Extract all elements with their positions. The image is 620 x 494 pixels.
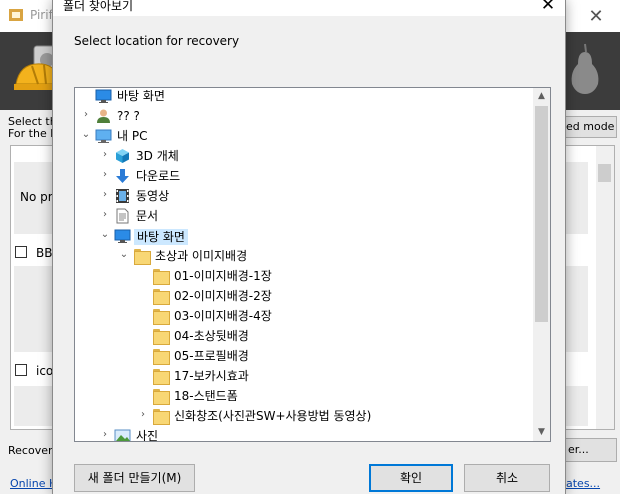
chevron-down-icon[interactable]: ⌄ xyxy=(119,249,129,261)
folder-tree[interactable]: 바탕 화면 ›?? ? ⌄ 내 PC › 3D 개체 › 다운로드 › 동영상 › 문서 ⌄ 바탕 화면 ⌄… xyxy=(74,87,551,442)
tree-item[interactable]: 18-스탠드폼 xyxy=(75,386,535,406)
check-updates-link[interactable]: ates... xyxy=(566,477,600,490)
tree-item[interactable]: ⌄ 바탕 화면 xyxy=(75,226,535,246)
tree-item[interactable]: ⌄ 내 PC xyxy=(75,126,535,146)
folder-icon xyxy=(152,328,170,345)
scroll-down-icon[interactable]: ▼ xyxy=(533,424,550,441)
tree-item-label: 3D 개체 xyxy=(136,149,179,163)
tree-item[interactable]: 바탕 화면 xyxy=(75,88,535,106)
background-close-icon[interactable]: ✕ xyxy=(586,6,606,27)
tree-item[interactable]: › 3D 개체 xyxy=(75,146,535,166)
computer-icon xyxy=(95,128,112,144)
tree-item[interactable]: › 동영상 xyxy=(75,186,535,206)
tree-item[interactable]: › 다운로드 xyxy=(75,166,535,186)
background-scrollbar[interactable] xyxy=(596,146,614,429)
tree-item-label: 신화창조(사진관SW+사용방법 동영상) xyxy=(174,409,372,423)
folder-icon xyxy=(152,388,170,405)
scroll-up-icon[interactable]: ▲ xyxy=(533,88,550,105)
chevron-right-icon[interactable]: › xyxy=(100,169,110,181)
tree-item[interactable]: 17-보카시효과 xyxy=(75,366,535,386)
tree-item[interactable]: › 문서 xyxy=(75,206,535,226)
advanced-mode-button[interactable]: ed mode xyxy=(561,116,617,138)
tree-item-label: 초상과 이미지배경 xyxy=(155,249,248,263)
chevron-right-icon[interactable]: › xyxy=(81,109,91,121)
tree-item[interactable]: 03-이미지배경-4장 xyxy=(75,306,535,326)
tree-item-label: 05-프로필배경 xyxy=(174,349,249,363)
folder-icon xyxy=(152,408,170,425)
desktop-icon xyxy=(95,88,112,104)
chevron-down-icon[interactable]: ⌄ xyxy=(81,129,91,141)
background-checkbox-1[interactable] xyxy=(15,246,27,258)
chevron-right-icon[interactable]: › xyxy=(100,189,110,201)
tree-item-label: 다운로드 xyxy=(136,169,181,183)
tree-item-label: 사진 xyxy=(136,429,159,442)
tree-item[interactable]: 02-이미지배경-2장 xyxy=(75,286,535,306)
chevron-right-icon[interactable]: › xyxy=(100,209,110,221)
tree-item-label: 동영상 xyxy=(136,189,170,203)
tree-item-label: 바탕 화면 xyxy=(134,229,188,245)
tree-item[interactable]: 01-이미지배경-1장 xyxy=(75,266,535,286)
document-icon xyxy=(114,208,131,224)
tree-item-label: ?? ? xyxy=(117,109,140,123)
app-icon xyxy=(9,9,23,21)
folder-icon xyxy=(152,308,170,325)
recover-button[interactable]: er... xyxy=(559,438,617,462)
tree-item-label: 문서 xyxy=(136,209,159,223)
tree-item-label: 04-초상뒷배경 xyxy=(174,329,249,343)
desktop-icon xyxy=(114,228,131,244)
tree-item-label: 01-이미지배경-1장 xyxy=(174,269,272,283)
dialog-description: Select location for recovery xyxy=(74,34,240,48)
folder-icon xyxy=(133,248,151,265)
download-icon xyxy=(114,168,131,184)
tree-item-label: 18-스탠드폼 xyxy=(174,389,238,403)
browse-folder-dialog: 폴더 찾아보기 ✕ Select location for recovery 바… xyxy=(52,0,566,494)
chevron-down-icon[interactable]: ⌄ xyxy=(100,229,110,241)
background-scroll-thumb[interactable] xyxy=(598,164,611,182)
user-icon xyxy=(95,108,112,124)
tree-item-label: 02-이미지배경-2장 xyxy=(174,289,272,303)
tree-item-label: 내 PC xyxy=(117,129,148,143)
tree-item-label: 바탕 화면 xyxy=(117,89,165,103)
chevron-right-icon[interactable]: › xyxy=(138,409,148,421)
folder-icon xyxy=(152,348,170,365)
folder-icon xyxy=(152,368,170,385)
cancel-button[interactable]: 취소 xyxy=(464,464,550,492)
tree-item[interactable]: 05-프로필배경 xyxy=(75,346,535,366)
tree-item[interactable]: › 신화창조(사진관SW+사용방법 동영상) xyxy=(75,406,535,426)
tree-item[interactable]: › ?? ? xyxy=(75,106,535,126)
dialog-title: 폴더 찾아보기 xyxy=(63,0,134,13)
folder-icon xyxy=(152,288,170,305)
tree-item[interactable]: ⌄ 초상과 이미지배경 xyxy=(75,246,535,266)
folder-icon xyxy=(152,268,170,285)
ok-button[interactable]: 확인 xyxy=(369,464,453,492)
tree-item[interactable]: 04-초상뒷배경 xyxy=(75,326,535,346)
piriform-pear-icon xyxy=(571,43,599,94)
background-checkbox-2-label: ico xyxy=(36,364,54,378)
tree-scroll-thumb[interactable] xyxy=(535,106,548,322)
dialog-titlebar: 폴더 찾아보기 ✕ xyxy=(53,0,565,16)
chevron-right-icon[interactable]: › xyxy=(100,149,110,161)
new-folder-button[interactable]: 새 폴더 만들기(M) xyxy=(74,464,195,492)
chevron-right-icon[interactable]: › xyxy=(100,429,110,441)
video-icon xyxy=(114,188,131,204)
pictures-icon xyxy=(114,428,131,441)
background-checkbox-2[interactable] xyxy=(15,364,27,376)
tree-item[interactable]: › 사진 xyxy=(75,426,535,442)
close-icon[interactable]: ✕ xyxy=(537,0,559,15)
tree-item-label: 17-보카시효과 xyxy=(174,369,249,383)
3d-objects-icon xyxy=(114,148,131,164)
tree-item-label: 03-이미지배경-4장 xyxy=(174,309,272,323)
